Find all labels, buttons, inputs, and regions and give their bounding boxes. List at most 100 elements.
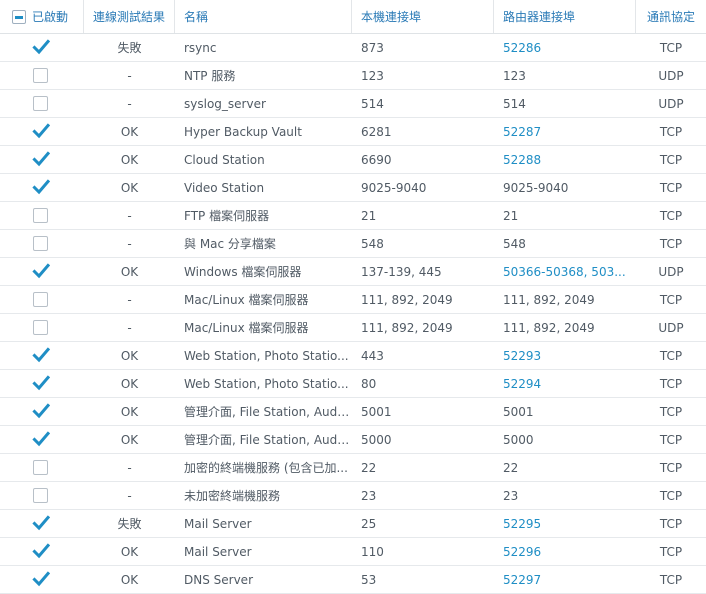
test-result-cell: OK — [120, 432, 139, 447]
enabled-checkbox[interactable] — [32, 571, 50, 587]
column-header-local-port[interactable]: 本機連接埠 — [352, 0, 494, 33]
test-result-cell: OK — [120, 124, 139, 139]
table-row[interactable]: OK Web Station, Photo Statio... 443 52293 TC… — [0, 342, 706, 370]
enabled-cell — [0, 174, 84, 201]
protocol-cell: TCP — [659, 404, 683, 419]
router-port-cell: 5000 — [494, 426, 636, 453]
table-row[interactable]: - 未加密終端機服務 23 23 TCP — [0, 482, 706, 510]
enabled-checkbox[interactable] — [32, 39, 50, 55]
column-header-protocol[interactable]: 通訊協定 — [636, 0, 706, 33]
enabled-checkbox[interactable] — [33, 460, 48, 475]
enabled-checkbox[interactable] — [33, 96, 48, 111]
table-row[interactable]: OK Hyper Backup Vault 6281 52287 TCP — [0, 118, 706, 146]
table-row[interactable]: OK 管理介面, File Station, Audi... 5001 5001 TCP — [0, 398, 706, 426]
enabled-cell — [0, 342, 84, 369]
table-row[interactable]: - Mac/Linux 檔案伺服器 111, 892, 2049 111, 892, … — [0, 314, 706, 342]
router-port-link[interactable]: 52295 — [503, 517, 635, 531]
table-row[interactable]: - FTP 檔案伺服器 21 21 TCP — [0, 202, 706, 230]
protocol-cell: TCP — [659, 40, 683, 55]
router-port-cell: 9025-9040 — [494, 174, 636, 201]
protocol-cell: TCP — [659, 124, 683, 139]
service-name: Mail Server — [184, 544, 252, 559]
table-row[interactable]: - 與 Mac 分享檔案 548 548 TCP — [0, 230, 706, 258]
router-port-link[interactable]: 52288 — [503, 153, 635, 167]
table-row[interactable]: OK Mail Server 110 52296 TCP — [0, 538, 706, 566]
enabled-checkbox[interactable] — [32, 151, 50, 167]
table-row[interactable]: - Mac/Linux 檔案伺服器 111, 892, 2049 111, 892, … — [0, 286, 706, 314]
enabled-checkbox[interactable] — [32, 179, 50, 195]
router-port-value: 23 — [503, 488, 519, 503]
router-port-cell: 5001 — [494, 398, 636, 425]
router-port-link[interactable]: 52287 — [503, 125, 635, 139]
name-cell: Web Station, Photo Statio... — [175, 342, 352, 369]
table-row[interactable]: OK Windows 檔案伺服器 137-139, 445 50366-50368, … — [0, 258, 706, 286]
router-port-cell: 50366-50368, 503... — [494, 258, 636, 285]
enabled-cell — [0, 398, 84, 425]
table-row[interactable]: 失敗 rsync 873 52286 TCP — [0, 34, 706, 62]
router-port-link[interactable]: 52296 — [503, 545, 635, 559]
column-header-router-port[interactable]: 路由器連接埠 — [494, 0, 636, 33]
service-name: NTP 服務 — [184, 69, 236, 83]
name-cell: syslog_server — [175, 90, 352, 117]
name-cell: Video Station — [175, 174, 352, 201]
enabled-checkbox[interactable] — [33, 488, 48, 503]
name-cell: Cloud Station — [175, 146, 352, 173]
enabled-checkbox[interactable] — [32, 403, 50, 419]
router-port-link[interactable]: 52286 — [503, 41, 635, 55]
column-header-enabled[interactable]: 已啟動 — [0, 0, 84, 33]
enabled-checkbox[interactable] — [32, 347, 50, 363]
enabled-cell — [0, 482, 84, 509]
column-header-test-result[interactable]: 連線測試結果 — [84, 0, 175, 33]
enabled-checkbox[interactable] — [33, 320, 48, 335]
router-port-link[interactable]: 50366-50368, 503... — [503, 265, 635, 279]
enabled-checkbox[interactable] — [33, 68, 48, 83]
table-row[interactable]: OK 管理介面, File Station, Audi... 5000 5000 TCP — [0, 426, 706, 454]
router-port-value: 5001 — [503, 404, 534, 419]
protocol-cell: TCP — [659, 516, 683, 531]
table-row[interactable]: - 加密的終端機服務 (包含已加... 22 22 TCP — [0, 454, 706, 482]
router-port-cell: 514 — [494, 90, 636, 117]
enabled-cell — [0, 426, 84, 453]
router-port-value: 514 — [503, 96, 526, 111]
name-cell: DNS Server — [175, 566, 352, 593]
enabled-checkbox[interactable] — [32, 543, 50, 559]
router-port-cell: 23 — [494, 482, 636, 509]
table-row[interactable]: - syslog_server 514 514 UDP — [0, 90, 706, 118]
enabled-checkbox[interactable] — [32, 263, 50, 279]
local-port-cell: 548 — [361, 236, 384, 251]
enabled-checkbox[interactable] — [32, 375, 50, 391]
protocol-cell: UDP — [658, 264, 684, 279]
router-port-link[interactable]: 52297 — [503, 573, 635, 587]
test-result-cell: OK — [120, 264, 139, 279]
column-header-name[interactable]: 名稱 — [175, 0, 352, 33]
port-forwarding-grid: 已啟動 連線測試結果 名稱 本機連接埠 路由器連接埠 通訊協定 失敗 rsync 8… — [0, 0, 706, 594]
name-cell: FTP 檔案伺服器 — [175, 202, 352, 229]
router-port-cell: 52287 — [494, 118, 636, 145]
router-port-cell: 52293 — [494, 342, 636, 369]
enabled-checkbox[interactable] — [32, 431, 50, 447]
router-port-link[interactable]: 52293 — [503, 349, 635, 363]
service-name: Cloud Station — [184, 152, 265, 167]
table-row[interactable]: - NTP 服務 123 123 UDP — [0, 62, 706, 90]
router-port-link[interactable]: 52294 — [503, 377, 635, 391]
name-cell: 加密的終端機服務 (包含已加... — [175, 454, 352, 481]
enabled-checkbox[interactable] — [32, 515, 50, 531]
enabled-checkbox[interactable] — [33, 236, 48, 251]
protocol-cell: TCP — [659, 432, 683, 447]
grid-header: 已啟動 連線測試結果 名稱 本機連接埠 路由器連接埠 通訊協定 — [0, 0, 706, 34]
enabled-cell — [0, 258, 84, 285]
table-row[interactable]: OK DNS Server 53 52297 TCP — [0, 566, 706, 594]
table-row[interactable]: 失敗 Mail Server 25 52295 TCP — [0, 510, 706, 538]
local-port-cell: 5000 — [361, 432, 392, 447]
enabled-checkbox[interactable] — [32, 123, 50, 139]
enabled-checkbox[interactable] — [33, 292, 48, 307]
table-row[interactable]: OK Cloud Station 6690 52288 TCP — [0, 146, 706, 174]
select-all-checkbox[interactable] — [12, 9, 26, 24]
table-row[interactable]: OK Web Station, Photo Statio... 80 52294 TCP — [0, 370, 706, 398]
name-cell: Mac/Linux 檔案伺服器 — [175, 314, 352, 341]
enabled-checkbox[interactable] — [33, 208, 48, 223]
table-row[interactable]: OK Video Station 9025-9040 9025-9040 TCP — [0, 174, 706, 202]
name-cell: Web Station, Photo Statio... — [175, 370, 352, 397]
protocol-cell: TCP — [659, 376, 683, 391]
protocol-cell: TCP — [659, 460, 683, 475]
